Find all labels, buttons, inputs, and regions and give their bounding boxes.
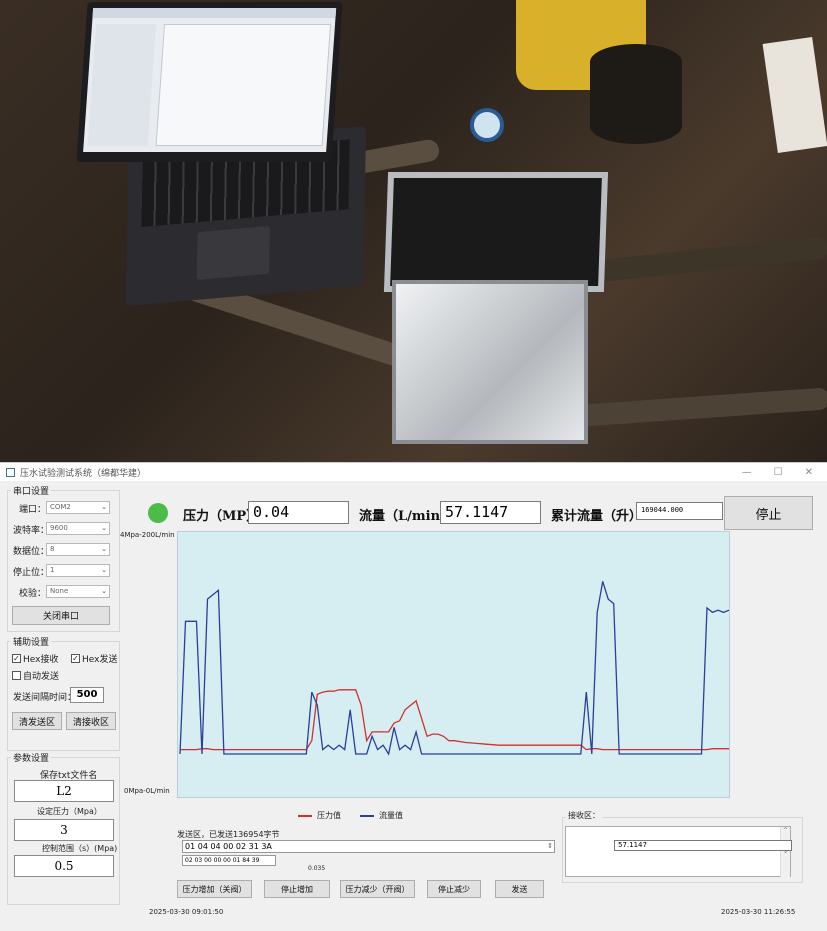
pressure-value: 0.04 bbox=[248, 501, 349, 524]
chart-svg bbox=[179, 581, 730, 756]
clear-recv-button[interactable]: 清接收区 bbox=[66, 712, 116, 730]
app-window: 压水试验测试系统（绵都华建） — ☐ ✕ 串口设置 端口： COM2 ⌄ 波特率：… bbox=[0, 462, 827, 931]
water-meter bbox=[470, 108, 504, 142]
parity-select[interactable]: None ⌄ bbox=[46, 585, 110, 598]
realtime-chart bbox=[177, 531, 730, 798]
port-label: 端口： bbox=[19, 505, 47, 515]
window-title: 压水试验测试系统（绵都华建） bbox=[20, 468, 147, 479]
scrollbar[interactable]: ^ v bbox=[780, 827, 790, 878]
aux-settings-title: 辅助设置 bbox=[11, 635, 52, 648]
case-lid bbox=[383, 172, 609, 292]
y-bottom-label: 0Mpa-0L/min bbox=[124, 787, 170, 795]
data-bits-select[interactable]: 8 ⌄ bbox=[46, 543, 110, 556]
title-bar: 压水试验测试系统（绵都华建） — ☐ ✕ bbox=[0, 463, 827, 481]
stop-bits-select[interactable]: 1 ⌄ bbox=[46, 564, 110, 577]
maximize-icon[interactable]: ☐ bbox=[774, 467, 783, 478]
data-bits-label: 数据位： bbox=[13, 547, 50, 557]
legend-pressure: 压力值 bbox=[298, 810, 341, 821]
total-flow-value: 169044.000 bbox=[636, 502, 723, 520]
set-pressure-input[interactable]: 3 bbox=[14, 819, 114, 841]
laptop-screen bbox=[76, 2, 343, 162]
control-range-label: 控制范围（s）(Mpa) bbox=[42, 844, 118, 853]
total-flow-label: 累计流量（升） bbox=[551, 509, 643, 524]
legend-flow-label: 流量值 bbox=[379, 811, 403, 820]
flow-label: 流量（L/min） bbox=[359, 509, 454, 524]
interval-label: 发送间隔时间： bbox=[13, 693, 77, 703]
chevron-down-icon: ⌄ bbox=[101, 566, 107, 574]
save-file-input[interactable]: L2 bbox=[14, 780, 114, 802]
port-select[interactable]: COM2 ⌄ bbox=[46, 501, 110, 514]
status-indicator bbox=[148, 503, 168, 523]
send-command-input[interactable]: 01 04 04 00 02 31 3A ⇕ bbox=[182, 840, 555, 853]
receive-area-label: 接收区： bbox=[566, 810, 602, 821]
receive-value: 57.1147 bbox=[614, 840, 792, 851]
touchpad bbox=[196, 225, 270, 280]
legend-flow: 流量值 bbox=[360, 810, 403, 821]
minimize-icon[interactable]: — bbox=[742, 467, 752, 478]
interval-input[interactable]: 500 bbox=[70, 687, 104, 703]
receive-textarea[interactable]: ^ v bbox=[565, 826, 791, 878]
legend-swatch bbox=[298, 814, 312, 817]
control-range-input[interactable]: 0.5 bbox=[14, 855, 114, 877]
check-icon: ✓ bbox=[12, 654, 21, 663]
baud-label: 波特率： bbox=[13, 526, 50, 536]
close-port-button[interactable]: 关闭串口 bbox=[12, 606, 110, 625]
auto-send-checkbox[interactable]: 自动发送 bbox=[12, 669, 59, 682]
pipe-cylinder bbox=[590, 44, 682, 144]
stop-decrease-button[interactable]: 停止减少 bbox=[427, 880, 481, 898]
stop-button[interactable]: 停止 bbox=[724, 496, 813, 530]
serial-settings-title: 串口设置 bbox=[11, 484, 52, 497]
hex-receive-checkbox[interactable]: ✓ Hex接收 bbox=[12, 652, 58, 665]
pressure-decrease-button[interactable]: 压力减少（开阀） bbox=[340, 880, 415, 898]
chevron-down-icon: ⌄ bbox=[101, 503, 107, 511]
app-icon bbox=[6, 467, 15, 477]
legend-pressure-label: 压力值 bbox=[317, 811, 341, 820]
hex-send-checkbox[interactable]: ✓ Hex发送 bbox=[71, 652, 117, 665]
hose bbox=[579, 387, 827, 427]
legend-swatch bbox=[360, 814, 374, 817]
safety-sign bbox=[762, 37, 827, 153]
end-time: 2025-03-30 11:26:55 bbox=[721, 908, 796, 916]
stop-bits-label: 停止位： bbox=[13, 568, 50, 578]
stop-increase-button[interactable]: 停止增加 bbox=[264, 880, 330, 898]
small-value: 0.035 bbox=[308, 865, 326, 872]
send-area-label: 发送区，已发送136954字节 bbox=[177, 830, 280, 839]
flow-value: 57.1147 bbox=[440, 501, 541, 524]
baud-select[interactable]: 9600 ⌄ bbox=[46, 522, 110, 535]
last-command-field: 02 03 00 00 00 01 84 39 bbox=[182, 855, 276, 866]
clear-send-button[interactable]: 清发送区 bbox=[12, 712, 62, 730]
y-top-label: 4Mpa-200L/min bbox=[120, 531, 175, 539]
set-pressure-label: 设定压力（Mpa） bbox=[37, 807, 102, 816]
chevron-down-icon: ⌄ bbox=[101, 524, 107, 532]
spin-icon: ⇕ bbox=[547, 842, 553, 850]
instrument-case bbox=[392, 280, 588, 444]
chevron-down-icon: ⌄ bbox=[101, 545, 107, 553]
series-line-1 bbox=[179, 581, 730, 756]
site-photo bbox=[0, 0, 827, 462]
chevron-down-icon: ⌄ bbox=[101, 587, 107, 595]
pressure-increase-button[interactable]: 压力增加（关阀） bbox=[177, 880, 252, 898]
start-time: 2025-03-30 09:01:50 bbox=[149, 908, 224, 916]
series-line-0 bbox=[180, 689, 729, 751]
parity-label: 校验： bbox=[19, 589, 47, 599]
send-button[interactable]: 发送 bbox=[495, 880, 544, 898]
check-icon: ✓ bbox=[71, 654, 80, 663]
param-settings-title: 参数设置 bbox=[11, 751, 52, 764]
close-icon[interactable]: ✕ bbox=[805, 467, 813, 478]
